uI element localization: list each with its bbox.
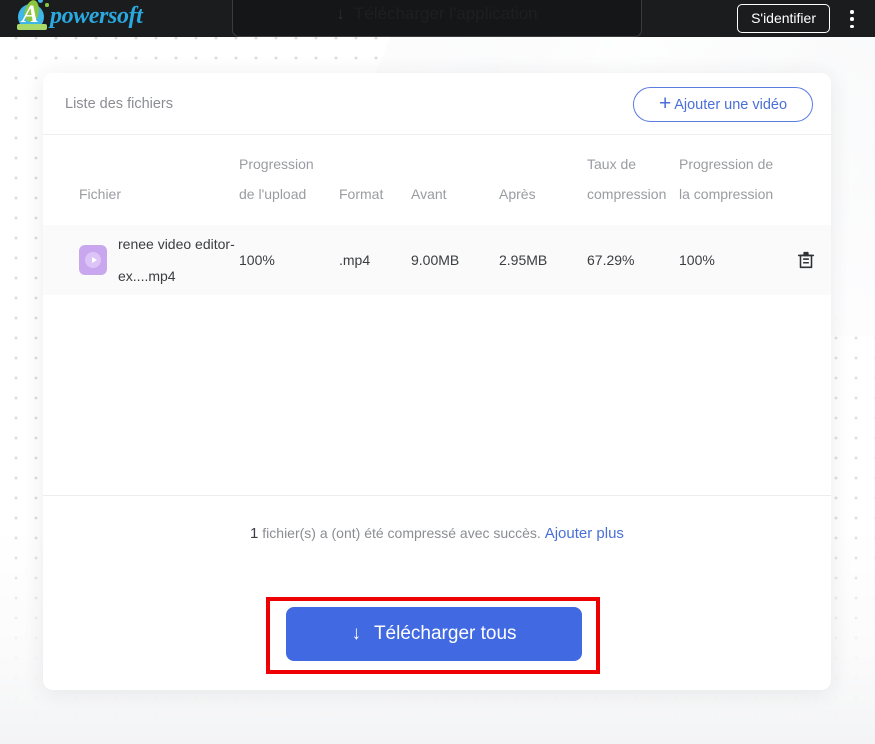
column-header-compression-progress-line2: la compression	[679, 186, 774, 202]
footer-divider	[43, 495, 831, 496]
add-video-label: Ajouter une vidéo	[674, 96, 788, 113]
add-video-button[interactable]: + Ajouter une vidéo	[633, 87, 813, 122]
logo-mark-icon: A	[14, 0, 56, 34]
column-header-actions	[791, 135, 831, 225]
cell-after: 2.95MB	[499, 252, 548, 268]
arrow-down-icon: ↓	[336, 3, 345, 23]
file-table-body: renee video editor- ex....mp4 100% .mp4 …	[43, 225, 831, 295]
logo-initial: A	[22, 1, 39, 28]
card-title: Liste des fichiers	[65, 95, 173, 112]
trash-icon[interactable]	[795, 249, 817, 271]
column-header-compression-progress: Progression de la compression	[679, 135, 791, 225]
cell-upload-progress: 100%	[239, 252, 275, 268]
plus-icon: +	[658, 91, 672, 115]
download-all-label: Télécharger tous	[373, 623, 517, 644]
file-list-card: Liste des fichiers + Ajouter une vidéo F…	[43, 73, 831, 690]
logo-dot-green-icon	[45, 3, 49, 7]
cell-actions	[791, 225, 831, 295]
kebab-dot-2	[850, 17, 854, 21]
download-all-button[interactable]: ↓ Télécharger tous	[286, 607, 582, 661]
column-header-upload-progress-line1: Progression	[239, 156, 314, 172]
column-header-compression-rate-line1: Taux de	[587, 156, 637, 172]
signin-button[interactable]: S'identifier	[737, 4, 830, 33]
file-name-block: renee video editor- ex....mp4	[118, 228, 235, 292]
video-file-icon	[79, 245, 107, 275]
page-root: A powersoft ↓ Télécharger l'application …	[0, 0, 875, 744]
download-app-label: Télécharger l'application	[353, 3, 538, 23]
column-header-after: Après	[499, 186, 536, 202]
cell-compression-rate: 67.29%	[587, 252, 635, 268]
column-header-before: Avant	[411, 186, 447, 202]
cell-compression-progress: 100%	[679, 252, 715, 268]
status-text: fichier(s) a (ont) été compressé avec su…	[262, 525, 541, 541]
column-header-format: Format	[339, 186, 384, 202]
file-table: Fichier Progression de l'upload Format A…	[43, 135, 831, 295]
column-header-upload-progress: Progression de l'upload	[239, 135, 339, 225]
apowersoft-logo[interactable]: A powersoft	[14, 0, 143, 36]
file-table-head: Fichier Progression de l'upload Format A…	[43, 135, 831, 225]
play-triangle-icon	[91, 257, 97, 263]
kebab-menu-icon[interactable]	[843, 8, 861, 30]
kebab-dot-3	[850, 24, 854, 28]
top-navigation-bar: A powersoft ↓ Télécharger l'application …	[0, 0, 875, 37]
file-cell-content: renee video editor- ex....mp4	[43, 228, 239, 292]
file-name-line1: renee video editor-	[118, 236, 235, 252]
play-circle-icon	[85, 252, 101, 268]
column-header-file: Fichier	[79, 186, 122, 202]
table-header-row: Fichier Progression de l'upload Format A…	[43, 135, 831, 225]
column-header-compression-rate-line2: compression	[587, 186, 667, 202]
column-header-upload-progress-line2: de l'upload	[239, 186, 307, 202]
download-app-button[interactable]: ↓ Télécharger l'application	[232, 0, 642, 37]
column-header-compression-rate: Taux de compression	[587, 135, 679, 225]
cell-before: 9.00MB	[411, 252, 460, 268]
arrow-down-icon: ↓	[351, 623, 361, 644]
table-row: renee video editor- ex....mp4 100% .mp4 …	[43, 225, 831, 295]
status-file-count: 1	[250, 525, 259, 542]
status-message: 1 fichier(s) a (ont) été compressé avec …	[43, 525, 831, 542]
cell-file: renee video editor- ex....mp4	[43, 225, 239, 295]
add-more-link[interactable]: Ajouter plus	[545, 525, 624, 542]
cell-format: .mp4	[339, 252, 371, 268]
file-name-line2: ex....mp4	[118, 268, 176, 284]
kebab-dot-1	[850, 10, 854, 14]
logo-wordmark: powersoft	[50, 2, 143, 29]
card-header: Liste des fichiers + Ajouter une vidéo	[43, 73, 831, 135]
column-header-compression-progress-line1: Progression de	[679, 156, 774, 172]
